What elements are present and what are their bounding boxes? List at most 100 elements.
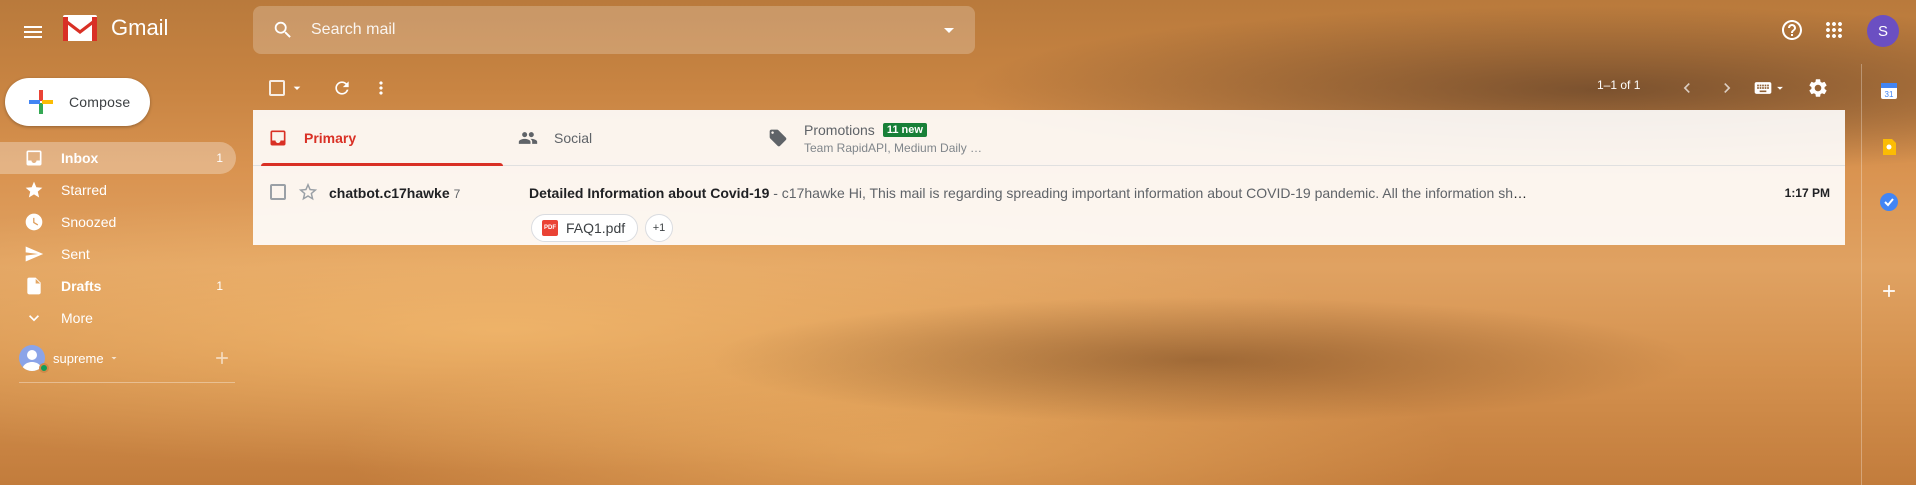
- add-icon: [1883, 285, 1895, 297]
- account-avatar[interactable]: S: [1867, 15, 1899, 47]
- email-time: 1:17 PM: [1784, 186, 1830, 200]
- refresh-button[interactable]: [327, 73, 357, 103]
- mail-list-panel: Primary Social Promotions 11 new Team Ra…: [253, 110, 1845, 245]
- sender-name: chatbot.c17hawke 7: [329, 185, 460, 201]
- calendar-button[interactable]: 31: [1875, 77, 1903, 105]
- attachment-name: FAQ1.pdf: [566, 220, 626, 236]
- tasks-icon: [1880, 193, 1898, 211]
- pdf-icon: PDF: [542, 220, 558, 236]
- unread-count: 1: [216, 151, 223, 165]
- keyboard-icon: [1754, 82, 1772, 94]
- people-icon: [518, 132, 538, 144]
- sidebar-item-label: Drafts: [61, 278, 102, 294]
- online-status-icon: [39, 363, 49, 373]
- tab-label: Social: [554, 130, 593, 146]
- row-checkbox[interactable]: [270, 184, 286, 200]
- search-icon: [274, 21, 291, 38]
- sidebar-item-label: Snoozed: [61, 214, 117, 230]
- calendar-icon: 31: [1881, 83, 1897, 99]
- chevron-left-icon: [1683, 83, 1690, 93]
- sidebar-item-drafts[interactable]: Drafts 1: [0, 270, 236, 302]
- caret-down-icon: [1777, 86, 1783, 90]
- older-button[interactable]: [1711, 72, 1743, 104]
- tasks-button[interactable]: [1875, 188, 1903, 216]
- add-icon[interactable]: [212, 348, 232, 368]
- get-addons-button[interactable]: [1875, 277, 1903, 305]
- sidebar-item-sent[interactable]: Sent: [0, 238, 236, 270]
- star-icon: [25, 181, 43, 198]
- tab-label: Primary: [304, 130, 357, 146]
- inbox-icon: [26, 150, 42, 166]
- google-apps-button[interactable]: [1818, 14, 1850, 46]
- keep-button[interactable]: [1875, 133, 1903, 161]
- draft-icon: [27, 277, 41, 295]
- refresh-icon: [335, 81, 349, 95]
- app-name: Gmail: [111, 15, 169, 40]
- gmail-logo[interactable]: Gmail: [63, 15, 168, 41]
- sidebar-item-label: Sent: [61, 246, 90, 262]
- hangouts-username: supreme: [53, 350, 104, 366]
- sidebar-item-label: More: [61, 310, 93, 326]
- tab-primary[interactable]: Primary: [253, 110, 503, 166]
- attachment-chip[interactable]: PDF FAQ1.pdf: [531, 214, 639, 242]
- tab-subtitle: Team RapidAPI, Medium Daily …: [804, 140, 983, 155]
- caret-down-icon[interactable]: [108, 352, 120, 364]
- email-subject-line: Detailed Information about Covid-19 - c1…: [529, 185, 1529, 201]
- hangouts-user[interactable]: supreme: [19, 344, 235, 373]
- search-button[interactable]: [259, 6, 307, 54]
- support-button[interactable]: [1776, 14, 1808, 46]
- checkbox: [269, 80, 285, 96]
- compose-plus-icon: [29, 90, 53, 114]
- caret-down-icon: [944, 28, 954, 33]
- more-actions-button[interactable]: [366, 73, 396, 103]
- gmail-m-icon: [63, 15, 97, 41]
- more-vert-icon: [379, 81, 383, 95]
- email-row[interactable]: chatbot.c17hawke 7 Detailed Information a…: [253, 166, 1845, 245]
- new-count-badge: 11 new: [882, 122, 927, 137]
- compose-button[interactable]: Compose: [5, 78, 150, 126]
- drafts-count: 1: [216, 279, 223, 293]
- hamburger-menu-icon: [24, 26, 42, 38]
- tab-promotions[interactable]: Promotions 11 new Team RapidAPI, Medium …: [753, 110, 1053, 166]
- search-options-button[interactable]: [929, 10, 969, 50]
- newer-button[interactable]: [1671, 72, 1703, 104]
- divider: [19, 382, 235, 383]
- sidebar-item-inbox[interactable]: Inbox 1: [0, 142, 236, 174]
- select-all-checkbox[interactable]: [269, 76, 307, 100]
- sidebar-item-label: Inbox: [61, 150, 99, 166]
- gear-icon: [1809, 79, 1827, 97]
- thread-count: 7: [453, 187, 461, 201]
- inbox-tab-icon: [270, 130, 286, 146]
- sidebar-item-label: Starred: [61, 182, 107, 198]
- star-outline-icon[interactable]: [297, 181, 319, 203]
- search-input[interactable]: [311, 21, 929, 39]
- compose-label: Compose: [69, 94, 131, 110]
- side-panel-divider: [1861, 64, 1862, 485]
- sidebar-nav: Inbox 1 Starred Snoozed Sent Drafts 1 Mo…: [0, 142, 236, 334]
- keep-icon: [1883, 139, 1896, 155]
- chevron-right-icon: [1724, 83, 1731, 93]
- pagination-info[interactable]: 1–1 of 1: [1597, 78, 1640, 92]
- main-menu-button[interactable]: [17, 16, 49, 48]
- sidebar-item-snoozed[interactable]: Snoozed: [0, 206, 236, 238]
- sidebar-item-starred[interactable]: Starred: [0, 174, 236, 206]
- category-tabs: Primary Social Promotions 11 new Team Ra…: [253, 110, 1845, 166]
- sidebar-item-more[interactable]: More: [0, 302, 236, 334]
- calendar-date: 31: [1885, 90, 1894, 99]
- send-icon: [25, 246, 44, 262]
- tab-label: Promotions: [804, 121, 875, 138]
- email-snippet: - c17hawke Hi, This mail is regarding sp…: [773, 185, 1529, 201]
- email-subject: Detailed Information about Covid-19: [529, 185, 770, 201]
- settings-button[interactable]: [1802, 72, 1834, 104]
- search-bar[interactable]: [253, 6, 975, 54]
- tab-social[interactable]: Social: [503, 110, 753, 166]
- chevron-down-icon: [29, 315, 39, 322]
- tag-icon: [769, 129, 787, 147]
- caret-down-icon: [293, 86, 301, 90]
- sender-label: chatbot.c17hawke: [329, 185, 450, 201]
- apps-grid-icon: [1826, 22, 1842, 38]
- more-attachments-button[interactable]: +1: [645, 214, 673, 242]
- input-tools-button[interactable]: [1750, 76, 1790, 100]
- help-icon: [1782, 20, 1802, 40]
- clock-icon: [25, 213, 43, 231]
